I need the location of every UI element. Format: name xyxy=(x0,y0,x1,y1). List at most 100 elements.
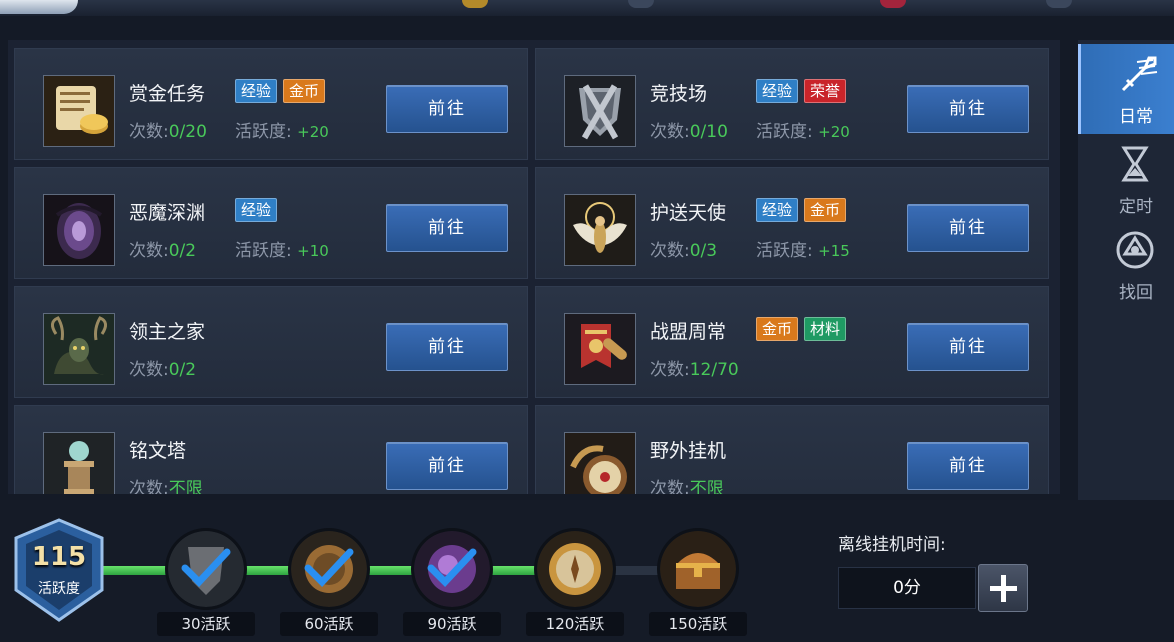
claimed-check-icon xyxy=(181,548,231,588)
task-name: 竞技场 xyxy=(650,83,708,105)
bounty-scroll-icon xyxy=(43,75,115,147)
tab-label: 日常 xyxy=(1119,107,1153,127)
milestone-label: 60活跃 xyxy=(280,612,378,636)
angel-icon xyxy=(564,194,636,266)
currency-gold-icon xyxy=(462,0,488,8)
task-card: 护送天使 经验 金币 次数:0/3 活跃度: +15 前往 xyxy=(535,167,1049,279)
sword-icon xyxy=(1121,56,1158,92)
task-activity: 活跃度: +15 xyxy=(756,241,850,261)
back-ornament-icon[interactable] xyxy=(0,0,78,14)
retrieve-icon xyxy=(1116,231,1154,269)
task-count: 次数:0/3 xyxy=(650,241,718,261)
task-name: 恶魔深渊 xyxy=(129,202,206,224)
task-count: 次数:0/2 xyxy=(129,360,197,380)
task-list-panel[interactable]: 赏金任务 经验 金币 次数:0/20 活跃度: +20 前往 竞技场 经验 荣誉… xyxy=(8,40,1060,494)
milestone-label: 120活跃 xyxy=(526,612,624,636)
go-button[interactable]: 前往 xyxy=(907,85,1029,133)
reward-tags: 经验 金币 xyxy=(235,79,326,103)
claimed-check-icon xyxy=(427,548,477,588)
task-activity: 活跃度: +10 xyxy=(235,241,329,261)
task-activity: 活跃度: +20 xyxy=(756,122,850,142)
lord-home-icon xyxy=(43,313,115,385)
hourglass-icon xyxy=(1121,146,1149,182)
milestone-reward[interactable]: 120活跃 xyxy=(526,528,624,636)
task-card: 战盟周常 金币 材料 次数:12/70 前往 xyxy=(535,286,1049,398)
go-button[interactable]: 前往 xyxy=(907,442,1029,490)
milestone-label: 150活跃 xyxy=(649,612,747,636)
reward-tag: 金币 xyxy=(756,317,799,341)
activity-value: 115 xyxy=(31,542,87,572)
task-card: 领主之家 次数:0/2 前往 xyxy=(14,286,528,398)
milestone-reward[interactable]: 90活跃 xyxy=(403,528,501,636)
reward-tag: 经验 xyxy=(756,79,799,103)
task-card: 竞技场 经验 荣誉 次数:0/10 活跃度: +20 前往 xyxy=(535,48,1049,160)
tab-retrieve[interactable]: 找回 xyxy=(1078,220,1174,310)
task-activity-value: +20 xyxy=(818,123,850,141)
reward-tag: 材料 xyxy=(804,317,847,341)
task-card: 铭文塔 次数:不限 前往 xyxy=(14,405,528,494)
go-button[interactable]: 前往 xyxy=(386,204,508,252)
go-button[interactable]: 前往 xyxy=(907,204,1029,252)
milestone-reward[interactable]: 150活跃 xyxy=(649,528,747,636)
go-button[interactable]: 前往 xyxy=(907,323,1029,371)
currency-slot-icon xyxy=(1046,0,1072,8)
reward-tag: 金币 xyxy=(804,198,847,222)
task-count-value: 0/20 xyxy=(168,122,207,142)
task-count: 次数:不限 xyxy=(129,474,203,494)
task-count-value: 12/70 xyxy=(689,360,739,380)
task-count-value: 0/2 xyxy=(168,360,197,380)
activity-label: 活跃度 xyxy=(38,581,80,597)
task-count-value: 0/10 xyxy=(689,122,728,142)
claimed-check-icon xyxy=(304,548,354,588)
armor-shield-icon xyxy=(564,75,636,147)
category-sidebar: 日常 定时 找回 xyxy=(1078,40,1174,500)
compass-icon xyxy=(564,432,636,494)
milestone-reward[interactable]: 30活跃 xyxy=(157,528,255,636)
add-offline-time-button[interactable] xyxy=(978,564,1028,612)
milestone-label: 30活跃 xyxy=(157,612,255,636)
task-count: 次数:12/70 xyxy=(650,360,739,380)
task-count-value: 不限 xyxy=(689,479,724,494)
top-bar xyxy=(0,0,1174,16)
offline-time-label: 离线挂机时间: xyxy=(838,535,946,555)
tab-label: 定时 xyxy=(1119,197,1153,217)
reward-tags: 经验 xyxy=(235,198,278,222)
go-button[interactable]: 前往 xyxy=(386,323,508,371)
task-count-value: 不限 xyxy=(168,479,203,494)
reward-tags: 经验 金币 xyxy=(756,198,847,222)
rune-tower-icon xyxy=(43,432,115,494)
task-name: 战盟周常 xyxy=(650,321,727,343)
task-activity: 活跃度: +20 xyxy=(235,122,329,142)
task-card: 赏金任务 经验 金币 次数:0/20 活跃度: +20 前往 xyxy=(14,48,528,160)
task-activity-value: +20 xyxy=(297,123,329,141)
currency-gem-icon xyxy=(880,0,906,8)
task-card: 恶魔深渊 经验 次数:0/2 活跃度: +10 前往 xyxy=(14,167,528,279)
task-card: 野外挂机 次数:不限 前往 xyxy=(535,405,1049,494)
reward-tag: 荣誉 xyxy=(804,79,847,103)
reward-tag: 经验 xyxy=(756,198,799,222)
task-count: 次数:0/10 xyxy=(650,122,728,142)
task-name: 野外挂机 xyxy=(650,440,727,462)
task-count: 次数:0/2 xyxy=(129,241,197,261)
tab-label: 找回 xyxy=(1119,283,1153,303)
milestone-label: 90活跃 xyxy=(403,612,501,636)
task-name: 赏金任务 xyxy=(129,83,206,105)
guild-banner-icon xyxy=(564,313,636,385)
task-count-value: 0/2 xyxy=(168,241,197,261)
task-activity-value: +15 xyxy=(818,242,850,260)
offline-time-field[interactable]: 0分 xyxy=(838,567,976,609)
task-count-value: 0/3 xyxy=(689,241,718,261)
milestone-reward[interactable]: 60活跃 xyxy=(280,528,378,636)
go-button[interactable]: 前往 xyxy=(386,85,508,133)
go-button[interactable]: 前往 xyxy=(386,442,508,490)
treasure-chest-reward-icon xyxy=(657,528,739,610)
task-name: 护送天使 xyxy=(650,202,727,224)
reward-tags: 经验 荣誉 xyxy=(756,79,847,103)
tab-daily[interactable]: 日常 xyxy=(1078,44,1174,134)
task-name: 铭文塔 xyxy=(129,440,187,462)
reward-tag: 经验 xyxy=(235,198,278,222)
reward-tag: 金币 xyxy=(283,79,326,103)
tab-timed[interactable]: 定时 xyxy=(1078,134,1174,224)
task-count: 次数:0/20 xyxy=(129,122,207,142)
reward-tags: 金币 材料 xyxy=(756,317,847,341)
